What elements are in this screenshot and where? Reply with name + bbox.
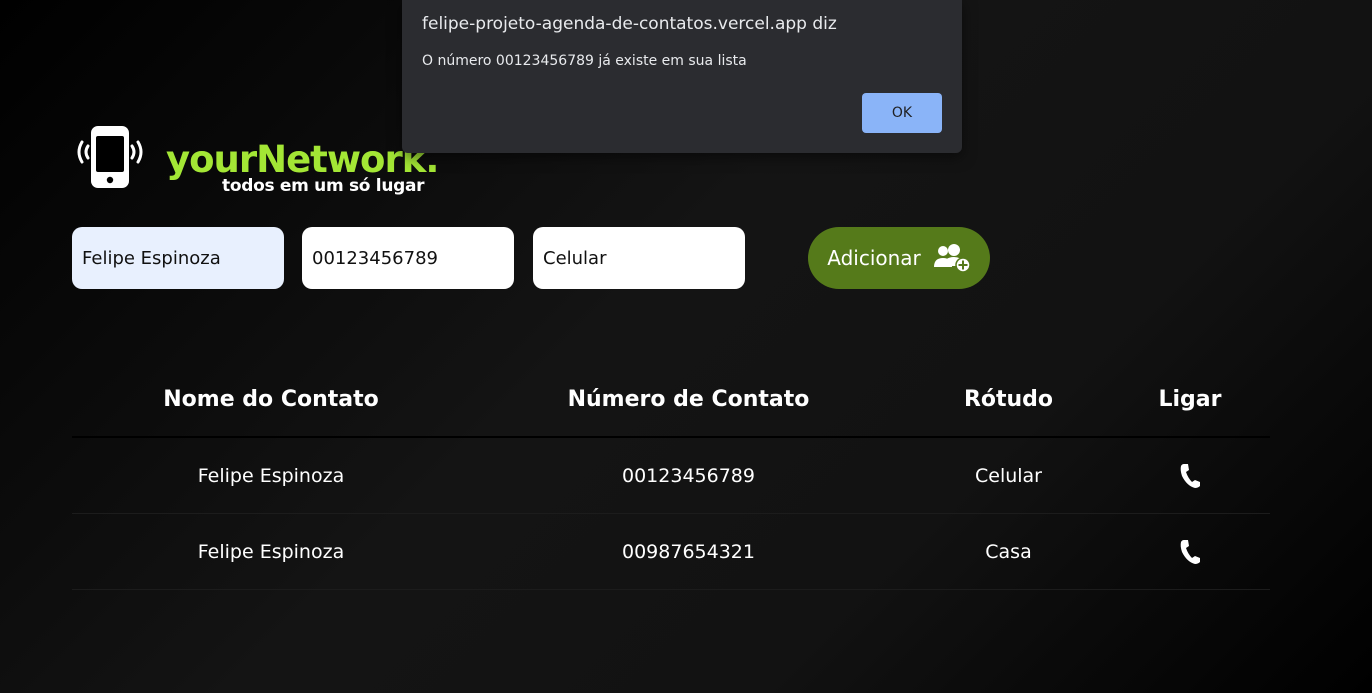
app-logo: yourNetwork. todos em um só lugar	[72, 124, 452, 204]
call-button[interactable]	[1110, 438, 1270, 513]
header-label: Rótudo	[963, 386, 1054, 412]
add-contact-button[interactable]: Adicionar	[808, 227, 990, 289]
header-name: Nome do Contato	[163, 386, 379, 412]
table-header-row: Nome do Contato Número de Contato Rótudo…	[72, 362, 1270, 438]
alert-dialog: felipe-projeto-agenda-de-contatos.vercel…	[402, 0, 962, 153]
row-label: Celular	[974, 464, 1042, 487]
row-label: Casa	[985, 540, 1032, 563]
phone-icon[interactable]	[1179, 463, 1201, 489]
contact-label-input[interactable]	[533, 227, 745, 289]
phone-icon[interactable]	[1179, 539, 1201, 565]
brand-tagline: todos em um só lugar	[222, 176, 425, 196]
add-user-icon	[933, 244, 971, 273]
contact-number-input[interactable]	[302, 227, 514, 289]
table-row: Felipe Espinoza 00123456789 Celular	[72, 438, 1270, 514]
row-name: Felipe Espinoza	[197, 540, 345, 563]
phone-ringing-icon	[72, 124, 150, 190]
contact-name-input[interactable]	[72, 227, 284, 289]
table-row: Felipe Espinoza 00987654321 Casa	[72, 514, 1270, 590]
row-number: 00987654321	[622, 540, 755, 563]
header-call: Ligar	[1158, 386, 1222, 412]
row-number: 00123456789	[622, 464, 755, 487]
call-button[interactable]	[1110, 514, 1270, 589]
alert-origin: felipe-projeto-agenda-de-contatos.vercel…	[422, 14, 837, 34]
contacts-table: Nome do Contato Número de Contato Rótudo…	[72, 362, 1270, 590]
alert-ok-button[interactable]: OK	[862, 93, 942, 133]
row-name: Felipe Espinoza	[197, 464, 345, 487]
header-number: Número de Contato	[567, 386, 810, 412]
add-contact-label: Adicionar	[827, 246, 921, 270]
alert-message: O número 00123456789 já existe em sua li…	[422, 53, 747, 69]
